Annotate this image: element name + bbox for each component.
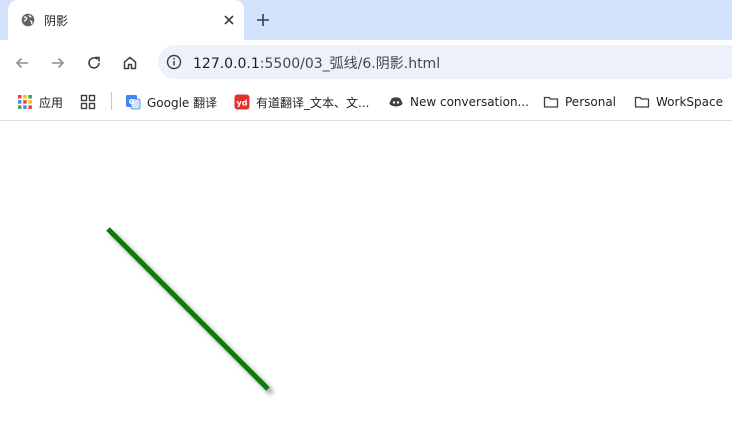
home-icon[interactable] [121,54,139,72]
svg-text:yd: yd [237,99,248,108]
bookmark-youdao[interactable]: yd 有道翻译_文本、文... [234,93,369,111]
bookmark-google-translate[interactable]: G Google 翻译 [125,93,217,111]
site-info-icon[interactable] [166,54,182,70]
new-tab-icon[interactable] [254,11,272,29]
page-content [0,121,732,419]
svg-text:G: G [129,98,135,106]
back-icon[interactable] [13,54,31,72]
browser-toolbar: 127.0.0.1:5500/03_弧线/6.阴影.html [0,40,732,85]
bookmark-new-conversation[interactable]: New conversation... [388,93,529,111]
tab-title: 阴影 [44,14,69,28]
reload-icon[interactable] [85,54,103,72]
bookmark-label: Personal [565,95,617,109]
bookmark-apps[interactable]: 应用 [17,93,63,111]
tab-active[interactable]: 阴影 [8,0,244,40]
copilot-icon [389,97,403,107]
url-host: 127.0.0.1 [193,56,260,72]
bookmark-tab-groups[interactable] [80,93,102,111]
apps-grid-icon [18,95,32,109]
folder-icon [543,96,559,108]
address-bar[interactable]: 127.0.0.1:5500/03_弧线/6.阴影.html [158,45,732,79]
bookmark-separator [111,92,112,110]
bookmark-label: 应用 [39,95,64,110]
url-text[interactable]: 127.0.0.1:5500/03_弧线/6.阴影.html [193,53,440,73]
drawing-canvas [106,227,270,391]
google-translate-icon: G [126,95,141,110]
bookmark-folder-workspace[interactable]: WorkSpace [634,93,723,111]
tab-strip: 阴影 [0,0,732,40]
folder-icon [634,96,650,108]
tab-groups-icon [80,94,96,110]
globe-icon [21,13,35,27]
forward-icon[interactable] [49,54,67,72]
bookmark-label: WorkSpace [656,95,723,109]
close-icon[interactable] [220,11,238,29]
youdao-icon: yd [234,94,250,110]
bookmark-label: New conversation... [410,95,529,109]
bookmark-label: 有道翻译_文本、文... [256,95,370,110]
shadowed-line [106,227,270,391]
bookmark-folder-personal[interactable]: Personal [543,93,616,111]
url-path: :5500/03_弧线/6.阴影.html [259,56,441,72]
bookmark-label: Google 翻译 [147,95,218,110]
